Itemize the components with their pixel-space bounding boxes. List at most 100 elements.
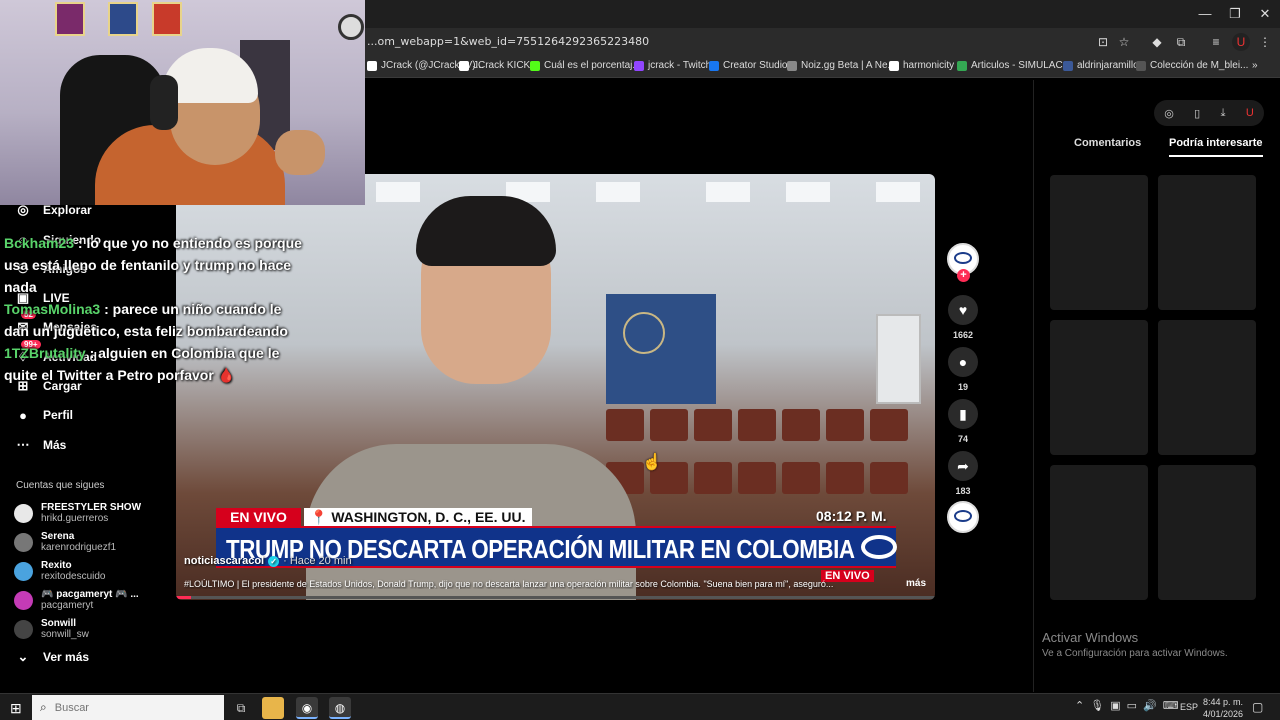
share-arrow-icon[interactable]: ➦ bbox=[948, 451, 978, 481]
chevron-down-icon: ⌄ bbox=[17, 649, 29, 664]
bookmark-item[interactable]: Creator Studio bbox=[709, 60, 787, 71]
followed-account[interactable]: 🎮 pacgameryt 🎮 ... pacgameryt bbox=[14, 586, 139, 614]
account-handle: pacgameryt bbox=[41, 600, 94, 611]
caracol-logo bbox=[861, 535, 897, 559]
chat-username: 1TZBrutality bbox=[4, 345, 86, 361]
bookmark-star-icon[interactable]: ☆ bbox=[1115, 33, 1133, 51]
reporter-hair bbox=[416, 196, 556, 266]
language-indicator[interactable]: ESP bbox=[1180, 702, 1198, 712]
video-description: #LOÚLTIMO | El presidente de Estados Uni… bbox=[184, 579, 834, 589]
close-window-button[interactable]: ✕ bbox=[1250, 4, 1280, 24]
author-name[interactable]: noticiascaracol bbox=[184, 555, 264, 567]
windows-start-icon[interactable]: ⊞ bbox=[10, 700, 22, 717]
comment-icon[interactable]: ● bbox=[948, 347, 978, 377]
clock-time: 8:44 p. m. bbox=[1203, 697, 1244, 707]
tab-suggestions[interactable]: Podría interesarte bbox=[1169, 137, 1263, 157]
bookmark-item[interactable]: Colección de M_blei... bbox=[1136, 60, 1248, 71]
bookmark-item[interactable]: Cuál es el porcentaj... bbox=[530, 60, 641, 71]
live-tag: EN VIVO bbox=[216, 508, 301, 526]
bookmark-item[interactable]: Articulos - SIMULAC... bbox=[957, 60, 1071, 71]
account-name: Rexito bbox=[41, 560, 72, 571]
followed-account[interactable]: Rexito rexitodescuido bbox=[14, 557, 105, 585]
bookmark-item[interactable]: aldrinjaramillo bbox=[1063, 60, 1139, 71]
obs-icon[interactable]: ◍ bbox=[329, 697, 351, 719]
more-link[interactable]: más bbox=[906, 578, 926, 589]
poster bbox=[55, 2, 85, 36]
sound-disc-avatar[interactable] bbox=[947, 501, 979, 533]
account-name: Sonwill bbox=[41, 618, 76, 629]
sidebar-item-más[interactable]: ⋯ Más bbox=[15, 434, 67, 456]
bookmark-label: Colección de M_blei... bbox=[1150, 60, 1249, 71]
notification-icon[interactable]: ▢ bbox=[1252, 700, 1263, 714]
bookmark-favicon-icon bbox=[459, 60, 469, 71]
profile-avatar-icon[interactable]: U bbox=[1232, 33, 1250, 51]
bookmark-item[interactable]: JCrack KICKS bbox=[459, 60, 537, 71]
file-explorer-icon[interactable] bbox=[262, 697, 284, 719]
chat-message: TomasMolina3 : parece un niño cuando le … bbox=[4, 298, 304, 342]
volume-icon[interactable]: 🔊 bbox=[1143, 699, 1157, 712]
video-progress-bar[interactable] bbox=[176, 596, 935, 599]
bookmark-item[interactable]: Noiz.gg Beta | A Ne... bbox=[787, 60, 896, 71]
sidebar-item-perfil[interactable]: ● Perfil bbox=[15, 404, 73, 426]
network-icon[interactable]: ▣ bbox=[1110, 699, 1120, 712]
suggested-video-thumb[interactable] bbox=[1050, 175, 1148, 310]
taskbar-search[interactable]: ⌕ bbox=[32, 695, 224, 720]
microphone-icon[interactable]: 🎙 bbox=[1090, 699, 1104, 712]
profile-icon: ● bbox=[19, 407, 27, 423]
white-house-seal bbox=[623, 312, 665, 354]
chat-username: Bckham23 bbox=[4, 235, 75, 251]
hand-cursor-icon: ☝ bbox=[642, 454, 662, 471]
chevron-up-icon[interactable]: ⌃ bbox=[1075, 699, 1084, 712]
ceiling-light bbox=[376, 182, 420, 202]
account-handle: rexitodescuido bbox=[41, 571, 106, 582]
extensions-puzzle-icon[interactable]: ⧉ bbox=[1172, 33, 1190, 51]
followed-account[interactable]: Sonwill sonwill_sw bbox=[14, 615, 89, 643]
bookmark-label: JCrack KICKS bbox=[473, 60, 537, 71]
tab-comments[interactable]: Comentarios bbox=[1074, 137, 1141, 149]
task-view-icon[interactable]: ⧉ bbox=[230, 697, 252, 719]
system-clock[interactable]: 8:44 p. m. 4/01/2026 bbox=[1203, 696, 1243, 720]
install-app-icon[interactable]: ⊡ bbox=[1094, 33, 1112, 51]
right-toolbar: ◎ ▯ ⤓ U bbox=[1154, 100, 1264, 126]
account-name: Serena bbox=[41, 531, 75, 542]
chrome-icon[interactable]: ◉ bbox=[296, 697, 318, 719]
bookmark-icon[interactable]: ▮ bbox=[948, 399, 978, 429]
extension-diamond-icon[interactable]: ◆ bbox=[1148, 33, 1166, 51]
follow-plus-button[interactable]: + bbox=[957, 269, 970, 282]
compass-icon[interactable]: ◎ bbox=[1164, 107, 1174, 120]
suggested-video-thumb[interactable] bbox=[1158, 465, 1256, 600]
minimize-button[interactable]: — bbox=[1190, 4, 1220, 24]
ceiling-light bbox=[706, 182, 750, 202]
keyboard-icon[interactable]: ⌨ bbox=[1163, 699, 1179, 712]
see-more-button[interactable]: ⌄ Ver más bbox=[15, 646, 90, 668]
search-input[interactable] bbox=[54, 701, 205, 714]
bookmark-label: Cuál es el porcentaj... bbox=[544, 60, 641, 71]
video-progress-fill bbox=[176, 596, 192, 599]
suggested-video-thumb[interactable] bbox=[1158, 320, 1256, 455]
suggested-video-thumb[interactable] bbox=[1158, 175, 1256, 310]
briefing-room-wall bbox=[606, 294, 716, 404]
followed-account[interactable]: Serena karenrodriguezf1 bbox=[14, 528, 116, 556]
profile-icon[interactable]: U bbox=[1246, 107, 1254, 119]
clock-date: 4/01/2026 bbox=[1203, 709, 1244, 719]
followed-account[interactable]: FREESTYLER SHOW hrikd.guerreros bbox=[14, 499, 141, 527]
suggested-video-thumb[interactable] bbox=[1050, 465, 1148, 600]
bookmark-item[interactable]: harmonicity bbox=[889, 60, 954, 71]
restore-button[interactable]: ❐ bbox=[1220, 4, 1250, 24]
download-icon[interactable]: ⤓ bbox=[1221, 107, 1226, 120]
like-heart-icon[interactable]: ♥ bbox=[948, 295, 978, 325]
avatar bbox=[14, 619, 33, 639]
sidebar-item-label: Más bbox=[43, 438, 67, 452]
verified-icon: ✓ bbox=[268, 555, 280, 567]
menu-kebab-icon[interactable]: ⋮ bbox=[1256, 33, 1274, 51]
media-control-icon[interactable]: ≡ bbox=[1207, 33, 1225, 51]
video-author[interactable]: noticiascaracol ✓ · Hace 20 min bbox=[184, 555, 352, 567]
more-bookmarks-icon[interactable]: » bbox=[1252, 60, 1258, 71]
headset bbox=[150, 75, 178, 130]
display-icon[interactable]: ▭ bbox=[1127, 699, 1137, 712]
phone-icon[interactable]: ▯ bbox=[1194, 107, 1200, 120]
account-handle: karenrodriguezf1 bbox=[41, 542, 117, 553]
bookmark-item[interactable]: jcrack - Twitch bbox=[634, 60, 711, 71]
url-text[interactable]: ...om_webapp=1&web_id=755126429236522348… bbox=[367, 35, 649, 48]
suggested-video-thumb[interactable] bbox=[1050, 320, 1148, 455]
